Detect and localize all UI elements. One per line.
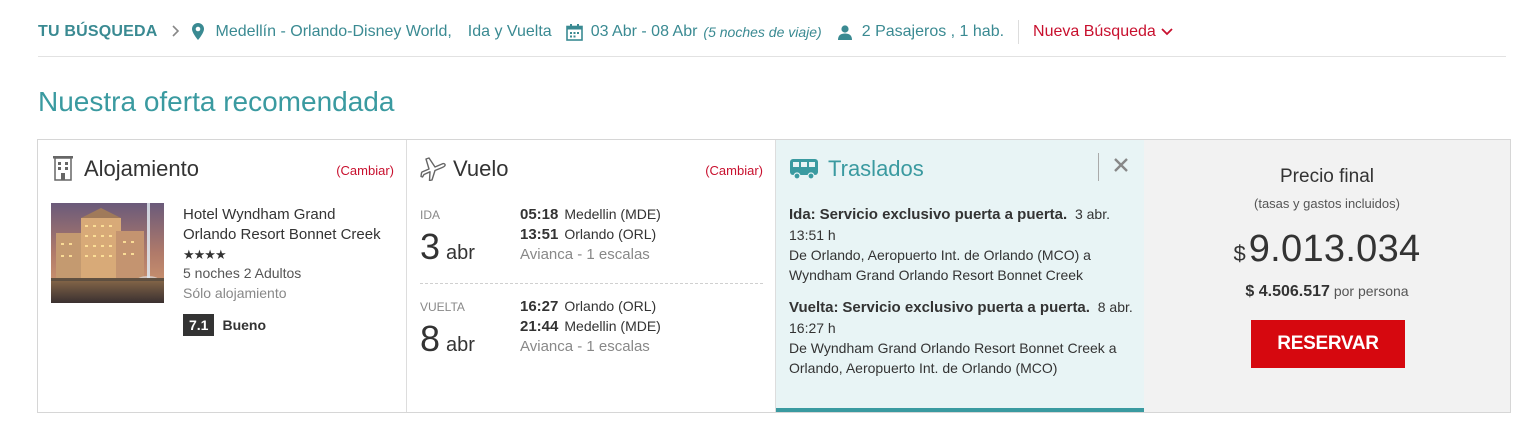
leg-month: abr	[446, 334, 475, 356]
close-icon[interactable]	[1113, 157, 1129, 178]
transfer-return: Vuelta: Servicio exclusivo puerta a puer…	[789, 297, 1134, 378]
hotel-name-text: Hotel Wyndham Grand Orlando Resort Bonne…	[183, 206, 381, 243]
hotel-board: Sólo alojamiento	[183, 285, 287, 301]
new-search-button[interactable]: Nueva Búsqueda	[1033, 23, 1173, 41]
search-passengers: 2 Pasajeros , 1 hab.	[861, 23, 1005, 40]
bus-icon	[789, 158, 819, 185]
flight-title: Vuelo	[453, 156, 509, 181]
transfer-outbound-service: Servicio exclusivo puerta a puerta.	[819, 206, 1068, 223]
leg-day: 8	[420, 318, 441, 359]
page-title: Nuestra oferta recomendada	[38, 86, 395, 117]
flight-section: Vuelo (Cambiar) IDA 3 abr 05:18 Medellin (…	[407, 140, 776, 412]
new-search-label: Nueva Búsqueda	[1033, 23, 1156, 40]
price-section: Precio final (tasas y gastos incluidos) …	[1144, 140, 1510, 412]
accommodation-section: Alojamiento (Cambiar) Hotel Wyndham Gran…	[38, 140, 407, 412]
search-summary-bar: TU BÚSQUEDA Medellín - Orlando-Disney Wo…	[38, 20, 1506, 44]
leg-day: 3	[420, 226, 441, 267]
total-price: $9.013.034	[1144, 228, 1510, 271]
departure-time: 16:27	[520, 298, 559, 315]
departure-time: 05:18	[520, 206, 559, 223]
departure-row: 05:18 Medellin (MDE)	[520, 206, 661, 223]
search-title: TU BÚSQUEDA	[38, 23, 158, 40]
departure-place: Orlando (ORL)	[564, 298, 657, 314]
search-route: Medellín - Orlando-Disney World,	[215, 23, 452, 40]
leg-date-return: 8 abr	[420, 318, 475, 360]
arrival-row: 21:44 Medellin (MDE)	[520, 318, 661, 335]
transfer-section: Traslados Ida: Servicio exclusivo puerta…	[776, 140, 1144, 412]
departure-row: 16:27 Orlando (ORL)	[520, 298, 656, 315]
accommodation-title: Alojamiento	[84, 156, 199, 181]
reserve-button[interactable]: RESERVAR	[1251, 320, 1405, 368]
currency-symbol: $	[1233, 241, 1246, 266]
airplane-icon	[420, 155, 446, 186]
transfer-title: Traslados	[828, 156, 924, 181]
transfer-return-service: Servicio exclusivo puerta a puerta.	[842, 299, 1090, 316]
hotel-name[interactable]: Hotel Wyndham Grand Orlando Resort Bonne…	[183, 205, 388, 265]
leg-month: abr	[446, 242, 475, 264]
review-score: 7.1 Bueno	[183, 314, 266, 336]
transfer-outbound: Ida: Servicio exclusivo puerta a puerta.…	[789, 204, 1134, 285]
per-person-label: por persona	[1333, 283, 1409, 299]
transfer-outbound-label: Ida:	[789, 206, 816, 223]
score-label: Bueno	[222, 317, 267, 333]
arrival-time: 13:51	[520, 226, 559, 243]
total-amount: 9.013.034	[1248, 228, 1421, 270]
search-dates: 03 Abr - 08 Abr	[590, 23, 698, 40]
leg-label-outbound: IDA	[420, 208, 441, 222]
divider	[1098, 153, 1099, 181]
user-icon	[837, 24, 852, 40]
building-icon	[53, 156, 73, 186]
score-badge: 7.1	[183, 314, 215, 336]
arrival-place: Medellin (MDE)	[564, 318, 661, 334]
chevron-down-icon	[1161, 28, 1173, 36]
transfer-outbound-route: De Orlando, Aeropuerto Int. de Orlando (…	[789, 247, 1091, 283]
arrival-row: 13:51 Orlando (ORL)	[520, 226, 656, 243]
price-subtitle: (tasas y gastos incluidos)	[1254, 196, 1400, 211]
airline-stops: Avianca - 1 escalas	[520, 338, 650, 355]
hotel-guests: 5 noches 2 Adultos	[183, 265, 302, 281]
arrival-time: 21:44	[520, 318, 559, 335]
divider	[420, 283, 763, 284]
price-per-person: $ 4.506.517 por persona	[1144, 283, 1510, 301]
divider	[38, 56, 1506, 57]
search-nights: (5 noches de viaje)	[703, 24, 822, 40]
departure-place: Medellin (MDE)	[564, 206, 661, 222]
transfer-return-route: De Wyndham Grand Orlando Resort Bonnet C…	[789, 340, 1117, 376]
star-rating: ★★★★	[183, 247, 227, 262]
leg-label-return: VUELTA	[420, 300, 465, 314]
hotel-photo[interactable]	[51, 203, 164, 303]
transfer-return-label: Vuelta:	[789, 299, 839, 316]
chevron-right-icon	[171, 24, 180, 40]
offer-card: Alojamiento (Cambiar) Hotel Wyndham Gran…	[37, 139, 1511, 413]
divider	[1018, 20, 1020, 44]
price-title: Precio final	[1280, 166, 1374, 187]
map-pin-icon	[191, 23, 208, 41]
change-flight-link[interactable]: (Cambiar)	[705, 163, 763, 178]
arrival-place: Orlando (ORL)	[564, 226, 657, 242]
calendar-icon	[565, 23, 583, 41]
leg-date-outbound: 3 abr	[420, 226, 475, 268]
airline-stops: Avianca - 1 escalas	[520, 246, 650, 263]
change-hotel-link[interactable]: (Cambiar)	[336, 163, 394, 178]
search-trip-type: Ida y Vuelta	[467, 23, 552, 40]
per-person-amount: $ 4.506.517	[1245, 283, 1330, 300]
